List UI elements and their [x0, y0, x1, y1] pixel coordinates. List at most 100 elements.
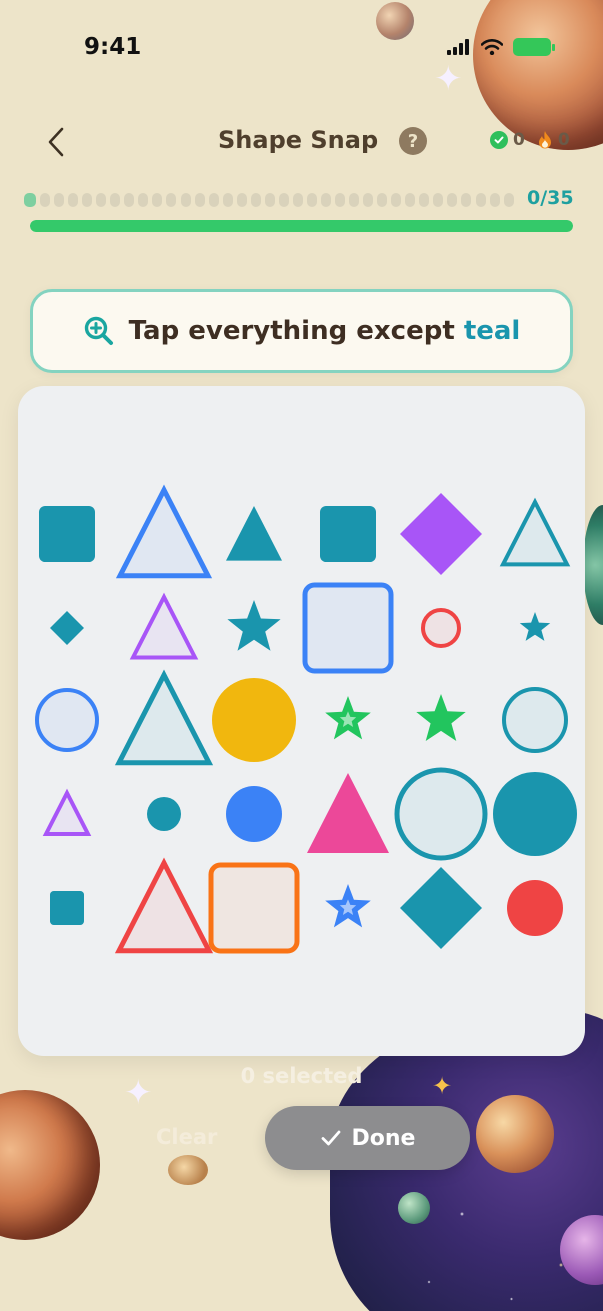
progress-dot: [68, 193, 79, 207]
progress-dot: [82, 193, 93, 207]
circle-shape[interactable]: [502, 687, 568, 753]
progress-dot: [110, 193, 121, 207]
instruction-prefix: Tap everything except: [128, 316, 464, 346]
help-button[interactable]: ?: [399, 127, 427, 155]
progress-dot: [208, 193, 219, 207]
planet-decoration: [476, 1095, 554, 1173]
score-stats: 0 0: [490, 130, 570, 150]
progress-dot: [152, 193, 163, 207]
triangle-shape[interactable]: [42, 788, 92, 836]
circle-shape[interactable]: [493, 772, 577, 856]
magnifier-plus-icon: [84, 316, 113, 345]
clear-button[interactable]: Clear: [156, 1125, 217, 1149]
progress-dot: [40, 193, 51, 207]
progress-dot: [306, 193, 317, 207]
progress-bar: [30, 220, 573, 232]
instruction-text: Tap everything except teal: [129, 316, 521, 346]
progress-dot: [391, 193, 402, 207]
shape-board: [18, 386, 585, 1056]
progress-dots: [24, 192, 514, 208]
square-shape[interactable]: [302, 582, 394, 674]
progress-dot: [194, 193, 205, 207]
progress-dot: [363, 193, 374, 207]
progress-dot: [503, 193, 514, 207]
correct-count: 0: [513, 130, 525, 150]
circle-shape[interactable]: [394, 767, 488, 861]
progress-fill: [30, 220, 573, 232]
progress-dot: [349, 193, 360, 207]
progress-dot: [461, 193, 472, 207]
battery-icon: [513, 38, 555, 56]
star-shape[interactable]: [519, 612, 551, 641]
progress-dot: [236, 193, 247, 207]
triangle-shape[interactable]: [499, 497, 571, 567]
flame-icon: [538, 131, 551, 149]
progress-dot: [433, 193, 444, 207]
progress-dot: [222, 193, 233, 207]
status-icons: [447, 38, 555, 56]
check-circle-icon: [490, 131, 508, 149]
planet-decoration: [168, 1155, 208, 1185]
correct-stat: 0: [490, 130, 525, 150]
progress-dot: [24, 193, 36, 207]
triangle-shape[interactable]: [114, 669, 214, 766]
selected-count: 0 selected: [240, 1064, 363, 1088]
diamond-shape[interactable]: [50, 611, 84, 645]
square-shape[interactable]: [320, 506, 376, 562]
done-label: Done: [351, 1125, 416, 1151]
progress-dot: [166, 193, 177, 207]
signal-icon: [447, 39, 469, 55]
circle-shape[interactable]: [226, 786, 282, 842]
progress-dot: [96, 193, 107, 207]
chevron-left-icon: [48, 127, 64, 157]
star-shape[interactable]: [416, 694, 466, 741]
instruction-card: Tap everything except teal: [30, 289, 573, 373]
progress-dot: [138, 193, 149, 207]
planet-decoration: [583, 505, 603, 625]
circle-shape[interactable]: [147, 797, 181, 831]
progress-dot: [292, 193, 303, 207]
progress-dot: [250, 193, 261, 207]
done-button[interactable]: Done: [265, 1106, 470, 1170]
progress-dot: [447, 193, 458, 207]
planet-decoration: [0, 1090, 100, 1240]
square-shape[interactable]: [208, 862, 300, 954]
diamond-shape[interactable]: [400, 493, 482, 575]
square-shape[interactable]: [50, 891, 84, 925]
progress-dot: [264, 193, 275, 207]
progress-dot: [377, 193, 388, 207]
streak-count: 0: [557, 130, 570, 150]
star-shape[interactable]: [227, 600, 281, 651]
planet-decoration: [398, 1192, 430, 1224]
progress-dot: [320, 193, 331, 207]
progress-dot: [419, 193, 430, 207]
progress-dot: [180, 193, 191, 207]
progress-dot: [405, 193, 416, 207]
diamond-shape[interactable]: [400, 867, 482, 949]
status-time: 9:41: [84, 34, 142, 60]
triangle-shape[interactable]: [129, 592, 199, 660]
circle-shape[interactable]: [421, 608, 461, 648]
progress-dot: [475, 193, 486, 207]
status-bar: 9:41: [0, 0, 603, 96]
progress-dot: [335, 193, 346, 207]
progress-count: 0/35: [527, 187, 574, 209]
triangle-shape[interactable]: [115, 484, 213, 579]
progress-dot: [278, 193, 289, 207]
triangle-shape[interactable]: [226, 506, 282, 561]
wifi-icon: [481, 39, 503, 55]
shape-grid: [35, 484, 577, 954]
progress-dot: [489, 193, 500, 207]
instruction-target: teal: [463, 316, 521, 346]
header: Shape Snap ? 0 0: [0, 112, 603, 172]
circle-shape[interactable]: [507, 880, 563, 936]
streak-stat: 0: [537, 130, 570, 150]
circle-shape[interactable]: [35, 688, 99, 752]
checkmark-icon: [321, 1130, 340, 1146]
triangle-shape[interactable]: [114, 857, 214, 954]
back-button[interactable]: [38, 122, 74, 162]
page-title: Shape Snap: [218, 126, 379, 154]
circle-shape[interactable]: [212, 678, 296, 762]
triangle-shape[interactable]: [307, 773, 389, 853]
square-shape[interactable]: [39, 506, 95, 562]
